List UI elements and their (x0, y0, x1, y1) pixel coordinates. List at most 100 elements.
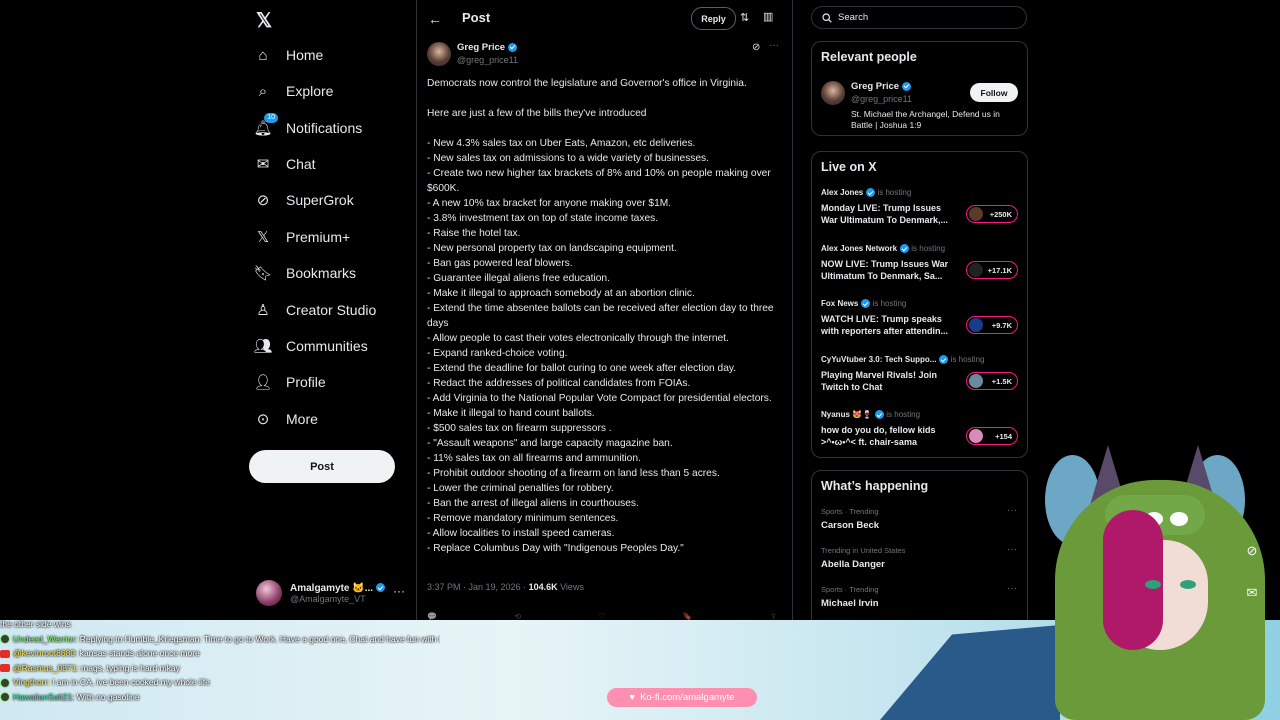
author-name-link[interactable]: Greg Price (457, 42, 518, 53)
nav-item-supergrok[interactable]: ⊘ SuperGrok (254, 183, 354, 217)
views-count: 104.6K (528, 582, 558, 592)
stream-chat: the other side wins Undead_Warrior: Reply… (0, 617, 440, 704)
nav-label: SuperGrok (286, 192, 354, 208)
profile-icon: 👤︎ (253, 374, 273, 391)
trend-more-icon[interactable]: ··· (1007, 583, 1017, 594)
avatar (256, 580, 282, 606)
post-button[interactable]: Post (249, 450, 395, 483)
nav-label: Bookmarks (286, 265, 357, 281)
vtuber-eye-right (1180, 580, 1196, 589)
trend-category: Sports · Trending (821, 507, 879, 516)
nav-item-creator-studio[interactable]: ♙ Creator Studio (254, 293, 376, 327)
live-host: Alex Jones Network (821, 244, 898, 253)
nav-label: Explore (286, 83, 334, 99)
host-avatar (969, 207, 983, 221)
like-icon[interactable]: ♡ (598, 612, 605, 620)
trend-category: Sports · Trending (821, 585, 879, 594)
grok-icon: ⊘ (256, 192, 270, 209)
bell-icon: 🔔︎ 10 (253, 113, 278, 137)
trending-title: What’s happening (821, 479, 929, 493)
nav-item-home[interactable]: ⌂ Home (254, 38, 323, 72)
trend-item[interactable]: Trending in United States Abella Danger (821, 546, 1021, 570)
grok-floating-icon[interactable]: ⊘ (1242, 543, 1262, 563)
grok-icon[interactable]: ⊘ (752, 42, 760, 53)
live-listeners-pill[interactable]: +154 (966, 427, 1018, 445)
kofi-banner[interactable]: ♥ Ko-fi.com/amalgamyte (607, 688, 757, 707)
platform-icon (0, 692, 10, 703)
nav-item-profile[interactable]: 👤︎ Profile (253, 365, 326, 399)
post-more-icon[interactable]: ··· (769, 40, 779, 51)
trend-more-icon[interactable]: ··· (1007, 544, 1017, 555)
host-avatar (969, 263, 983, 277)
message-floating-icon[interactable]: ✉ (1242, 585, 1262, 605)
account-more-icon[interactable]: ··· (393, 584, 405, 598)
verified-icon (939, 355, 949, 365)
nav-item-notifications[interactable]: 🔔︎ 10 Notifications (253, 111, 363, 145)
live-listeners-pill[interactable]: +1.5K (966, 372, 1018, 390)
live-title-text: Playing Marvel Rivals! Join Twitch to Ch… (821, 370, 938, 393)
nav-item-communities[interactable]: 👥︎ Communities (253, 329, 367, 363)
communities-icon: 👥︎ (253, 338, 273, 355)
nav-label: Home (286, 47, 324, 63)
reply-button[interactable]: Reply (691, 7, 736, 30)
trend-item[interactable]: Sports · Trending Michael Irvin (821, 585, 1021, 609)
chat-username: Undead_Warrior: (13, 633, 78, 644)
hosting-label: is hosting (950, 355, 985, 364)
hosting-label: is hosting (886, 410, 921, 419)
trend-more-icon[interactable]: ··· (1007, 505, 1017, 516)
nav-item-bookmarks[interactable]: 🔖︎ Bookmarks (253, 256, 357, 290)
repost-icon[interactable]: ⟲ (514, 612, 521, 620)
chat-text: mags, typing is hard mkay (78, 662, 180, 673)
chat-message: @kevinroot8680: kansas stands alone once… (0, 646, 440, 661)
nav-label: Notifications (286, 120, 363, 136)
verified-icon (900, 244, 910, 254)
search-input[interactable]: Search (811, 6, 1027, 29)
post-actions: 💬 ⟲ ♡ 🔖 ⇪ (427, 612, 777, 620)
heart-cup-icon: ♥ (629, 692, 636, 703)
verified-icon (861, 299, 871, 309)
live-listeners-pill[interactable]: +250K (966, 205, 1018, 223)
nav-item-more[interactable]: ⊙ More (254, 402, 318, 436)
trend-item[interactable]: Sports · Trending Carson Beck (821, 507, 1021, 531)
verified-icon (866, 188, 876, 198)
nav-item-explore[interactable]: ⌕ Explore (254, 74, 334, 108)
post-meta: 3:37 PM · Jan 19, 2026 · 104.6K Views (427, 582, 584, 592)
follow-button[interactable]: Follow (970, 83, 1018, 102)
relevant-people-title: Relevant people (821, 50, 917, 64)
relevant-name: Greg Price (851, 81, 900, 92)
live-count: +1.5K (991, 376, 1012, 386)
author-handle[interactable]: @greg_price11 (457, 55, 518, 65)
nav-label: More (286, 411, 318, 427)
nav-label: Profile (286, 374, 326, 390)
relevant-avatar[interactable] (821, 81, 845, 105)
live-count: +250K (989, 209, 1012, 219)
vtuber-eye-left (1145, 580, 1161, 589)
reader-view-icon[interactable]: ▥ (763, 10, 773, 23)
author-name: Greg Price (457, 42, 506, 53)
chat-text: the other side wins (0, 619, 71, 629)
author-avatar[interactable] (427, 42, 451, 66)
views-label: Views (557, 582, 584, 592)
nav-label: Creator Studio (286, 302, 377, 318)
nav-item-chat[interactable]: ✉ Chat (254, 147, 316, 181)
live-listeners-pill[interactable]: +17.1K (966, 261, 1018, 279)
relevant-handle: @greg_price11 (851, 94, 913, 104)
live-title-text: how do you do, fellow kids >^•ω•^< ft. c… (821, 425, 936, 448)
verified-icon (508, 42, 518, 52)
share-icon[interactable]: ⇪ (770, 612, 777, 620)
live-host: Nyanus 😻🍷 (821, 410, 873, 419)
filter-icon[interactable]: ⇅ (740, 11, 749, 24)
bookmark-icon[interactable]: 🔖 (683, 612, 693, 620)
nav-item-premium[interactable]: 𝕏 Premium+ (254, 220, 350, 254)
x-logo-icon[interactable]: 𝕏 (256, 8, 276, 32)
back-arrow-icon[interactable]: ← (428, 11, 442, 27)
live-listeners-pill[interactable]: +9.7K (966, 316, 1018, 334)
relevant-name-link[interactable]: Greg Price (851, 81, 912, 92)
chat-message: @Rasmus_0871: mags, typing is hard mkay (0, 661, 440, 676)
search-icon (822, 12, 832, 23)
page-title: Post (462, 10, 491, 25)
account-switcher[interactable]: Amalgamyte 🐱... @Amalgamyte_VT (256, 577, 406, 609)
live-title-text: WATCH LIVE: Trump speaks with reporters … (821, 314, 949, 337)
post-time: 3:37 PM · Jan 19, 2026 · (427, 582, 529, 592)
notification-badge: 10 (264, 113, 278, 123)
